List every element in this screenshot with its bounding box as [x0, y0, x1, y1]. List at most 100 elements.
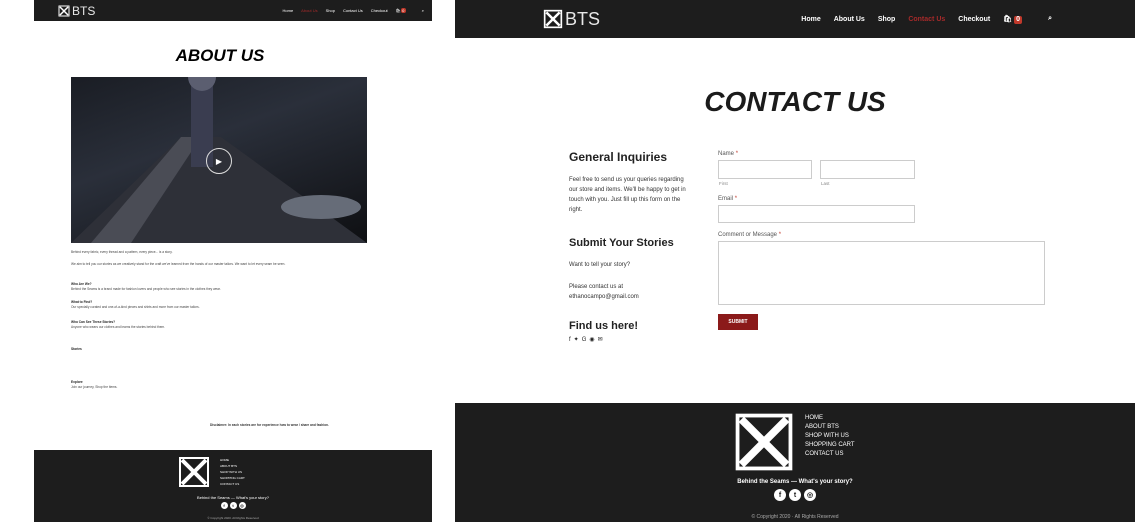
footer-tagline: Behind the Seams — What's your story?	[197, 495, 269, 500]
footer-link-contact[interactable]: CONTACT US	[220, 482, 245, 486]
play-icon[interactable]: ▶	[206, 148, 232, 174]
needle-logo-icon	[543, 9, 563, 29]
social-links: f t ◎	[34, 502, 432, 509]
required-mark: *	[734, 196, 738, 202]
instagram-icon[interactable]: ◎	[238, 502, 246, 509]
general-inquiries-heading: General Inquiries	[569, 150, 668, 164]
nav-home[interactable]: Home	[283, 8, 294, 13]
nav-shop[interactable]: Shop	[326, 8, 335, 13]
social-links: f t ◎	[455, 489, 1135, 501]
search-icon[interactable]: ⌕	[1048, 15, 1052, 23]
last-name-input[interactable]	[820, 160, 915, 179]
intro-text: Behind every fabric, every thread and a …	[71, 250, 173, 254]
about-page-screenshot: BTS Home About Us Shop Contact Us Checko…	[0, 0, 440, 522]
name-label-text: Name	[718, 151, 735, 157]
email-label-text: Email	[718, 196, 734, 202]
find-us-heading: Find us here!	[569, 320, 639, 332]
general-inquiries-text: Feel free to send us your queries regard…	[569, 177, 686, 213]
search-icon[interactable]: ⌕	[422, 8, 424, 13]
nav-contact[interactable]: Contact Us	[908, 16, 945, 23]
footer-link-cart[interactable]: SHOPPING CART	[805, 442, 855, 448]
section-body: Behind the Seams is a brand made for fas…	[71, 286, 221, 291]
footer-link-shop[interactable]: SHOP WITH US	[220, 470, 245, 474]
disclaimer-text: Disclaimer: In each stories are for expe…	[210, 423, 329, 427]
site-footer: HOME ABOUT BTS SHOP WITH US SHOPPING CAR…	[34, 450, 432, 522]
social-icons-row: f✦G◉✉	[569, 336, 606, 343]
brand-logo[interactable]: BTS	[543, 9, 600, 30]
required-mark: *	[778, 232, 782, 238]
footer-link-about[interactable]: ABOUT BTS	[805, 424, 855, 430]
site-footer: HOME ABOUT BTS SHOP WITH US SHOPPING CAR…	[455, 403, 1135, 522]
footer-link-home[interactable]: HOME	[805, 415, 855, 421]
twitter-icon[interactable]: ✦	[574, 337, 582, 343]
submit-button[interactable]: SUBMIT	[718, 314, 758, 330]
footer-tagline: Behind the Seams — What's your story?	[737, 479, 853, 485]
section-stories: Stories	[71, 347, 367, 352]
copyright: © Copyright 2020 · All Rights Reserved	[751, 514, 839, 520]
envelope-icon[interactable]: ✉	[598, 337, 606, 343]
nav-shop[interactable]: Shop	[878, 16, 896, 23]
brand-name: BTS	[72, 3, 96, 18]
brand-name: BTS	[565, 8, 601, 29]
first-sublabel: First	[719, 181, 728, 186]
footer-link-contact[interactable]: CONTACT US	[805, 451, 855, 457]
brand-logo[interactable]: BTS	[58, 4, 95, 18]
nav-contact[interactable]: Contact Us	[343, 8, 363, 13]
needle-logo-icon	[58, 5, 70, 16]
contact-page-screenshot: BTS Home About Us Shop Contact Us Checko…	[455, 0, 1135, 522]
section-body: Our specially curated and one-of-a-kind …	[71, 304, 200, 309]
page-title: CONTACT US	[704, 86, 886, 117]
stories-contact: Please contact us at ethanocampo@gmail.c…	[569, 282, 639, 302]
footer-link-about[interactable]: ABOUT BTS	[220, 464, 245, 468]
facebook-icon[interactable]: f	[774, 489, 786, 501]
name-label: Name *	[718, 151, 738, 157]
message-label: Comment or Message *	[718, 232, 781, 238]
section-what: What to Find? Our specially curated and o…	[71, 300, 367, 309]
first-name-input[interactable]	[718, 160, 812, 179]
section-heading: Stories	[71, 347, 82, 351]
stories-question: Want to tell your story?	[569, 262, 631, 268]
required-mark: *	[735, 151, 739, 157]
facebook-icon[interactable]: f	[220, 502, 228, 509]
nav-checkout[interactable]: Checkout	[371, 8, 388, 13]
email-label: Email *	[718, 196, 737, 202]
section-body: Join our journey, Shop the items.	[71, 384, 118, 389]
top-navbar: BTS Home About Us Shop Contact Us Checko…	[34, 0, 432, 21]
mission-text: We aim to tell you our stories as we cre…	[71, 262, 286, 266]
nav-about[interactable]: About Us	[834, 16, 865, 23]
footer-links: HOME ABOUT BTS SHOP WITH US SHOPPING CAR…	[805, 415, 855, 457]
copyright: © Copyright 2020. All Rights Reserved	[207, 516, 259, 520]
message-textarea[interactable]	[718, 241, 1045, 305]
needle-logo-icon	[179, 457, 209, 487]
nav-home[interactable]: Home	[801, 16, 820, 23]
video-player[interactable]: ▶	[71, 77, 367, 243]
nav-checkout[interactable]: Checkout	[958, 16, 990, 23]
instagram-icon[interactable]: ◎	[804, 489, 816, 501]
page-title: ABOUT US	[175, 46, 265, 65]
nav-about[interactable]: About Us	[301, 8, 317, 13]
main-menu: Home About Us Shop Contact Us Checkout 🛍…	[801, 15, 1065, 24]
email-input[interactable]	[718, 205, 915, 223]
footer-link-home[interactable]: HOME	[220, 458, 245, 462]
section-audience: Who Can See These Stories? Anyone who wea…	[71, 320, 367, 329]
cart-count-badge: 0	[400, 8, 406, 13]
footer-links: HOME ABOUT BTS SHOP WITH US SHOPPING CAR…	[220, 458, 245, 486]
pinterest-icon[interactable]: ◉	[589, 337, 597, 343]
section-explore: Explore Join our journey, Shop the items.	[71, 380, 367, 389]
needle-logo-icon	[735, 413, 793, 471]
top-navbar: BTS Home About Us Shop Contact Us Checko…	[455, 0, 1135, 38]
last-sublabel: Last	[821, 181, 830, 186]
twitter-icon[interactable]: t	[229, 502, 237, 509]
message-label-text: Comment or Message	[718, 232, 778, 238]
stories-contact-label: Please contact us at	[569, 284, 624, 290]
footer-link-cart[interactable]: SHOPPING CART	[220, 476, 245, 480]
submit-stories-heading: Submit Your Stories	[569, 237, 674, 249]
stories-email-link[interactable]: ethanocampo@gmail.com	[569, 292, 639, 302]
footer-link-shop[interactable]: SHOP WITH US	[805, 433, 855, 439]
cart-icon[interactable]: 🛍0	[396, 8, 414, 13]
cart-icon[interactable]: 🛍0	[1003, 15, 1035, 24]
section-body: Anyone who wears our clothes and learns …	[71, 324, 166, 329]
cart-count-badge: 0	[1014, 15, 1023, 24]
main-menu: Home About Us Shop Contact Us Checkout 🛍…	[283, 8, 433, 13]
twitter-icon[interactable]: t	[789, 489, 801, 501]
